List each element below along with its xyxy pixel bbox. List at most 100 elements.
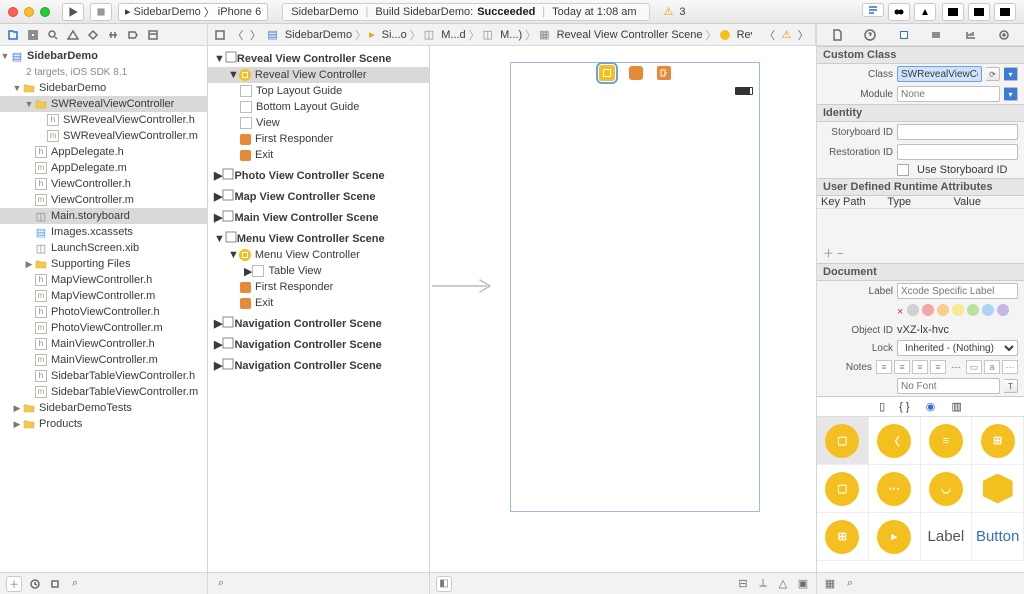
outline-scene[interactable]: ▼Menu View Controller Scene: [208, 230, 429, 247]
class-dropdown-icon[interactable]: ▾: [1004, 67, 1018, 81]
library-item[interactable]: ▢: [817, 417, 869, 465]
align-left-icon[interactable]: ≡: [876, 360, 892, 374]
connections-inspector-icon[interactable]: [997, 28, 1011, 42]
nav-item[interactable]: ▼SWRevealViewController: [0, 96, 207, 112]
jump-bar[interactable]: 〈 〉 ▤ SidebarDemo〉 ▸ Si...o〉 ◫ M...d〉 ◫ …: [208, 24, 816, 45]
outline-item[interactable]: First Responder: [208, 131, 429, 147]
outline-item[interactable]: ▼Menu View Controller: [208, 247, 429, 263]
align-center-icon[interactable]: ≡: [894, 360, 910, 374]
outline-item[interactable]: ▼Reveal View Controller: [208, 67, 429, 83]
version-editor-button[interactable]: [914, 3, 936, 21]
toggle-navigator-button[interactable]: [942, 3, 964, 21]
first-responder-chip-icon[interactable]: [629, 66, 643, 80]
label-color-chip[interactable]: [967, 304, 979, 316]
test-navigator-icon[interactable]: [86, 28, 100, 42]
lock-select[interactable]: Inherited - (Nothing): [897, 340, 1018, 356]
toggle-outline-button[interactable]: ◧: [436, 576, 452, 592]
library-item[interactable]: ⋯: [869, 465, 921, 513]
size-inspector-icon[interactable]: [964, 28, 978, 42]
align-button[interactable]: ⊟: [736, 577, 750, 591]
outline-item[interactable]: Exit: [208, 147, 429, 163]
object-library-icon[interactable]: ◉: [924, 400, 938, 414]
add-target-button[interactable]: ＋: [6, 576, 22, 592]
recent-filter-icon[interactable]: [28, 577, 42, 591]
nav-item[interactable]: hSWRevealViewController.h: [0, 112, 207, 128]
nav-item[interactable]: hViewController.h: [0, 176, 207, 192]
outline-filter-icon[interactable]: ⌕: [214, 577, 228, 591]
outline-item[interactable]: Bottom Layout Guide: [208, 99, 429, 115]
nav-item[interactable]: ▤Images.xcassets: [0, 224, 207, 240]
label-color-none-icon[interactable]: ×: [897, 306, 903, 318]
resizing-button[interactable]: ▣: [796, 577, 810, 591]
file-template-library-icon[interactable]: ▯: [879, 400, 885, 413]
forward-button[interactable]: 〉: [250, 28, 262, 42]
restoration-id-field[interactable]: [897, 144, 1018, 160]
outline-scene[interactable]: ▶Main View Controller Scene: [208, 209, 429, 226]
code-snippet-library-icon[interactable]: { }: [899, 401, 909, 413]
library-item[interactable]: ◡: [921, 465, 973, 513]
standard-editor-button[interactable]: [862, 3, 884, 17]
nav-item[interactable]: ◫LaunchScreen.xib: [0, 240, 207, 256]
nav-item[interactable]: hAppDelegate.h: [0, 144, 207, 160]
outline-item[interactable]: View: [208, 115, 429, 131]
outline-scene[interactable]: ▶Navigation Controller Scene: [208, 336, 429, 353]
notes-font-field[interactable]: [897, 378, 1000, 394]
exit-chip-icon[interactable]: [657, 66, 671, 80]
outline-item[interactable]: ▶Table View: [208, 263, 429, 279]
next-issue-button[interactable]: 〉: [797, 28, 809, 42]
align-justify-icon[interactable]: ≡: [930, 360, 946, 374]
nav-item[interactable]: ◫Main.storyboard: [0, 208, 207, 224]
breadcrumb[interactable]: ▤ SidebarDemo〉 ▸ Si...o〉 ◫ M...d〉 ◫ M...…: [267, 27, 751, 43]
notes-font-icon[interactable]: a: [984, 360, 1000, 374]
library-item[interactable]: Button: [972, 513, 1024, 561]
library-item[interactable]: ≡: [921, 417, 973, 465]
issue-navigator-icon[interactable]: [66, 28, 80, 42]
scm-filter-icon[interactable]: [48, 577, 62, 591]
stop-button[interactable]: [90, 3, 112, 21]
nav-item[interactable]: ▶Supporting Files: [0, 256, 207, 272]
library-item[interactable]: ⊞: [972, 417, 1024, 465]
zoom-window-button[interactable]: [40, 7, 50, 17]
breakpoint-navigator-icon[interactable]: [126, 28, 140, 42]
notes-more-icon[interactable]: ⋯: [1002, 360, 1018, 374]
outline-item[interactable]: First Responder: [208, 279, 429, 295]
outline-scene[interactable]: ▶Photo View Controller Scene: [208, 167, 429, 184]
nav-item[interactable]: ▼SidebarDemo: [0, 80, 207, 96]
pin-button[interactable]: ⟂: [756, 577, 770, 591]
library-view-grid-icon[interactable]: ▦: [823, 577, 837, 591]
nav-item[interactable]: mMainViewController.m: [0, 352, 207, 368]
nav-item[interactable]: mViewController.m: [0, 192, 207, 208]
outline-scene[interactable]: ▼Reveal View Controller Scene: [208, 50, 429, 67]
library-filter-icon[interactable]: ⌕: [843, 577, 857, 591]
library-item[interactable]: ⊞: [817, 513, 869, 561]
storyboard-id-field[interactable]: [897, 124, 1018, 140]
nav-item[interactable]: mSWRevealViewController.m: [0, 128, 207, 144]
run-button[interactable]: [62, 3, 84, 21]
module-field[interactable]: [897, 86, 1000, 102]
library-item[interactable]: ▢: [817, 465, 869, 513]
library-item[interactable]: ▸: [869, 513, 921, 561]
library-item[interactable]: [972, 465, 1024, 513]
label-color-chip[interactable]: [982, 304, 994, 316]
library-item[interactable]: 〈: [869, 417, 921, 465]
interface-builder-canvas[interactable]: [430, 46, 816, 572]
back-button[interactable]: 〈: [232, 28, 244, 42]
label-color-chip[interactable]: [937, 304, 949, 316]
media-library-icon[interactable]: ▥: [952, 400, 962, 413]
project-root[interactable]: ▼▤SidebarDemo: [0, 48, 207, 64]
nav-item[interactable]: mPhotoViewController.m: [0, 320, 207, 336]
attributes-inspector-icon[interactable]: [930, 28, 944, 42]
minimize-window-button[interactable]: [24, 7, 34, 17]
symbol-navigator-icon[interactable]: [26, 28, 40, 42]
doc-label-field[interactable]: [897, 283, 1018, 299]
report-navigator-icon[interactable]: [146, 28, 160, 42]
use-storyboard-id-checkbox[interactable]: [897, 164, 909, 176]
nav-item[interactable]: mAppDelegate.m: [0, 160, 207, 176]
label-color-chip[interactable]: [907, 304, 919, 316]
outline-scene[interactable]: ▶Navigation Controller Scene: [208, 357, 429, 374]
nav-item[interactable]: mMapViewController.m: [0, 288, 207, 304]
nav-item[interactable]: hSidebarTableViewController.h: [0, 368, 207, 384]
class-field[interactable]: [897, 66, 982, 82]
module-dropdown-icon[interactable]: ▾: [1004, 87, 1018, 101]
library-item[interactable]: Label: [921, 513, 973, 561]
